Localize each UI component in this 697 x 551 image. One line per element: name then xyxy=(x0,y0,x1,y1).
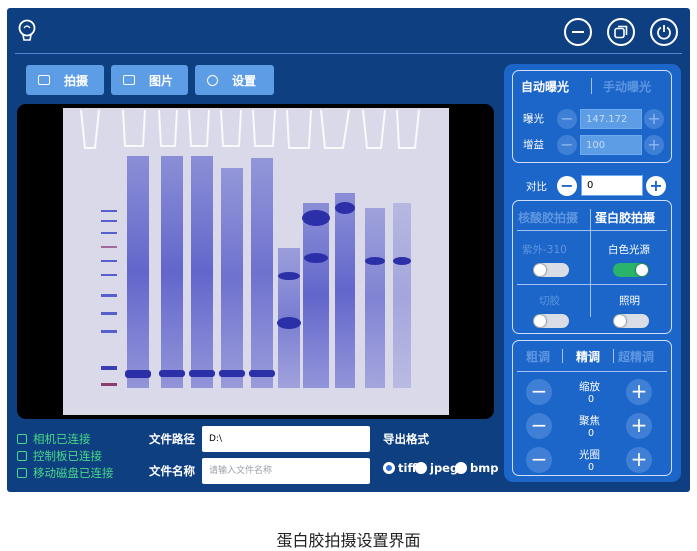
gain-plus-button[interactable]: + xyxy=(644,135,664,155)
contrast-label: 对比 xyxy=(526,181,547,193)
illumination-toggle[interactable] xyxy=(613,314,649,328)
disk-status: 移动磁盘已连接 xyxy=(17,465,114,481)
format-jpeg[interactable]: jpeg xyxy=(415,461,458,475)
cut-gel-toggle[interactable] xyxy=(533,314,569,328)
image-icon xyxy=(123,75,135,85)
capture-mode-box: 核酸胶拍摄 蛋白胶拍摄 紫外-310 白色光源 切胶 照明 xyxy=(512,200,672,334)
gear-icon xyxy=(207,74,218,86)
tune-separator-1 xyxy=(562,349,563,363)
tab-fine[interactable]: 精调 xyxy=(576,348,600,365)
tab-super-fine[interactable]: 超精调 xyxy=(618,348,654,365)
pictures-button[interactable]: 图片 xyxy=(111,65,188,95)
control-board-status-text: 控制板已连接 xyxy=(33,449,102,463)
tuning-box: 粗调 精调 超精调 − 缩放 0 + − 聚焦 0 + − 光圈 0 + xyxy=(512,340,672,476)
mode-separator xyxy=(517,230,667,231)
focus-plus-button[interactable]: + xyxy=(626,413,652,439)
contrast-minus-button[interactable]: − xyxy=(557,176,577,196)
contrast-input[interactable]: 0 xyxy=(581,175,643,196)
white-light-label: 白色光源 xyxy=(608,244,650,256)
aperture-value: 0 xyxy=(588,462,595,473)
uv-label: 紫外-310 xyxy=(522,244,567,256)
uv-toggle[interactable] xyxy=(533,263,569,277)
tab-nucleic-gel[interactable]: 核酸胶拍摄 xyxy=(518,209,578,226)
minus-icon xyxy=(572,31,584,33)
restore-icon xyxy=(614,25,628,39)
format-tiff[interactable]: tiff xyxy=(383,461,417,475)
illumination-label: 照明 xyxy=(619,295,640,307)
app-window: 拍摄 图片 设置 相机已连接 控制板已连接 移动磁盘已连接 文件路径 D:\ 文… xyxy=(7,8,690,492)
mode-separator-2 xyxy=(517,284,667,285)
power-icon xyxy=(657,25,671,40)
format-jpeg-label: jpeg xyxy=(430,461,459,475)
white-light-toggle[interactable] xyxy=(613,263,649,277)
exposure-box: 自动曝光 手动曝光 曝光 − 147.172 + 增益 − 100 + xyxy=(512,70,672,163)
format-tiff-label: tiff xyxy=(398,461,417,475)
tab-auto-exposure[interactable]: 自动曝光 xyxy=(521,78,569,95)
exposure-label: 曝光 xyxy=(523,113,544,125)
format-bmp[interactable]: bmp xyxy=(455,461,498,475)
pictures-label: 图片 xyxy=(149,73,174,88)
radio-tiff[interactable] xyxy=(383,462,395,474)
file-name-input[interactable]: 请输入文件名称 xyxy=(202,458,370,484)
focus-label: 聚焦 xyxy=(579,415,600,427)
camera-icon xyxy=(17,434,27,444)
camera-status: 相机已连接 xyxy=(17,431,91,447)
disk-icon xyxy=(17,468,27,478)
gel-image xyxy=(63,108,449,415)
file-name-label: 文件名称 xyxy=(149,464,195,478)
capture-button[interactable]: 拍摄 xyxy=(26,65,104,95)
settings-button[interactable]: 设置 xyxy=(195,65,274,95)
control-panel: 自动曝光 手动曝光 曝光 − 147.172 + 增益 − 100 + 对比 −… xyxy=(504,64,681,482)
capture-label: 拍摄 xyxy=(64,73,89,88)
gain-minus-button[interactable]: − xyxy=(557,135,577,155)
exposure-plus-button[interactable]: + xyxy=(644,109,664,129)
gain-input[interactable]: 100 xyxy=(580,135,642,155)
file-path-label: 文件路径 xyxy=(149,432,195,446)
zoom-minus-button[interactable]: − xyxy=(526,379,552,405)
power-button[interactable] xyxy=(650,18,678,46)
tab-coarse[interactable]: 粗调 xyxy=(526,348,550,365)
header-divider xyxy=(15,53,682,54)
minimize-button[interactable] xyxy=(564,18,592,46)
aperture-label: 光圈 xyxy=(579,449,600,461)
tab-manual-exposure[interactable]: 手动曝光 xyxy=(603,78,651,95)
image-viewer[interactable] xyxy=(17,104,494,419)
radio-bmp[interactable] xyxy=(455,462,467,474)
zoom-plus-button[interactable]: + xyxy=(626,379,652,405)
tune-divider xyxy=(517,371,667,372)
aperture-plus-button[interactable]: + xyxy=(626,447,652,473)
exposure-input[interactable]: 147.172 xyxy=(580,109,642,129)
settings-label: 设置 xyxy=(232,73,257,88)
mode-vertical-separator xyxy=(590,209,591,317)
zoom-value: 0 xyxy=(588,394,595,405)
export-format-label: 导出格式 xyxy=(383,432,429,446)
disk-status-text: 移动磁盘已连接 xyxy=(33,466,114,480)
control-board-status: 控制板已连接 xyxy=(17,448,102,464)
board-icon xyxy=(17,451,27,461)
tune-separator-2 xyxy=(613,349,614,363)
figure-caption: 蛋白胶拍摄设置界面 xyxy=(276,531,421,550)
tab-protein-gel[interactable]: 蛋白胶拍摄 xyxy=(595,209,655,226)
camera-icon xyxy=(38,75,50,85)
exposure-minus-button[interactable]: − xyxy=(557,109,577,129)
radio-jpeg[interactable] xyxy=(415,462,427,474)
focus-minus-button[interactable]: − xyxy=(526,413,552,439)
camera-status-text: 相机已连接 xyxy=(33,432,91,446)
tab-separator xyxy=(591,78,592,94)
restore-button[interactable] xyxy=(607,18,635,46)
aperture-minus-button[interactable]: − xyxy=(526,447,552,473)
format-bmp-label: bmp xyxy=(470,461,499,475)
lightbulb-icon xyxy=(17,18,37,44)
file-path-input[interactable]: D:\ xyxy=(202,426,370,452)
focus-value: 0 xyxy=(588,428,595,439)
zoom-label: 缩放 xyxy=(579,381,600,393)
gain-label: 增益 xyxy=(523,139,544,151)
contrast-plus-button[interactable]: + xyxy=(646,176,666,196)
cut-gel-label: 切胶 xyxy=(539,295,560,307)
